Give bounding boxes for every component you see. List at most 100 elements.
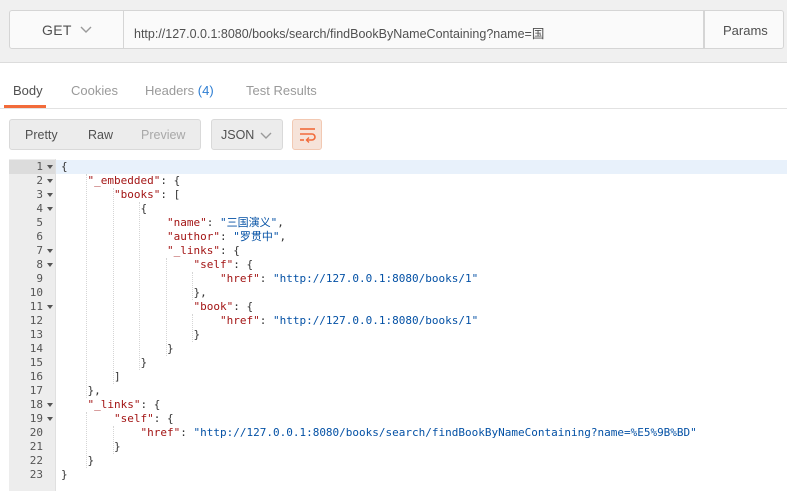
indent-guide (192, 314, 193, 342)
code-line: "_embedded": { (61, 174, 181, 188)
fold-arrow-icon[interactable] (46, 412, 54, 426)
code-punct: }, (87, 384, 101, 397)
json-string-value: "http://127.0.0.1:8080/books/search/find… (193, 426, 697, 439)
line-number: 21 (29, 440, 43, 453)
view-preview-button[interactable]: Preview (141, 128, 185, 142)
line-number: 22 (29, 454, 43, 467)
json-string-value: "http://127.0.0.1:8080/books/1" (272, 314, 479, 327)
indent-guide (165, 258, 167, 356)
json-key: "self" (193, 258, 234, 271)
code-punct: : { (219, 244, 240, 257)
code-punct: } (166, 342, 174, 355)
line-number: 20 (29, 426, 43, 439)
indent-guide (86, 412, 88, 468)
line-number: 15 (29, 356, 43, 369)
code-line: { (61, 202, 147, 216)
view-raw-button[interactable]: Raw (88, 128, 113, 142)
json-key: "href" (219, 314, 260, 327)
format-select[interactable]: JSON (211, 119, 283, 150)
tab-test-results[interactable]: Test Results (246, 83, 317, 98)
line-number: 4 (36, 202, 43, 215)
line-number: 13 (29, 328, 43, 341)
json-key: "books" (113, 188, 161, 201)
fold-arrow-icon[interactable] (46, 258, 54, 272)
method-select[interactable]: GET (9, 10, 124, 49)
indent-guide (112, 426, 114, 454)
code-line: "href": "http://127.0.0.1:8080/books/1" (61, 272, 478, 286)
json-key: "book" (193, 300, 234, 313)
code-line: "href": "http://127.0.0.1:8080/books/sea… (61, 426, 697, 440)
code-line: "href": "http://127.0.0.1:8080/books/1" (61, 314, 478, 328)
code-punct: : { (233, 300, 254, 313)
request-bar: GET http://127.0.0.1:8080/books/search/f… (0, 0, 787, 63)
response-body-editor[interactable]: 1{2 "_embedded": {3 "books": [4 {5 "name… (9, 159, 787, 491)
code-line: ] (61, 370, 121, 384)
code-punct: : [ (160, 188, 181, 201)
line-number: 11 (29, 300, 43, 313)
code-punct: : { (140, 398, 161, 411)
json-key: "href" (140, 426, 181, 439)
fold-arrow-icon[interactable] (46, 174, 54, 188)
fold-arrow-icon[interactable] (46, 160, 54, 174)
code-punct: { (140, 202, 148, 215)
indent-guide (192, 272, 193, 300)
wrap-lines-icon (300, 128, 316, 143)
line-number: 17 (29, 384, 43, 397)
code-line: } (61, 454, 95, 468)
code-line: } (61, 342, 174, 356)
response-tabs: Body Cookies Headers (4) Test Results (0, 72, 787, 109)
fold-arrow-icon[interactable] (46, 202, 54, 216)
json-key: "_links" (87, 398, 141, 411)
line-number: 23 (29, 468, 43, 481)
fold-arrow-icon[interactable] (46, 188, 54, 202)
code-punct: , (279, 230, 287, 243)
fold-arrow-icon[interactable] (46, 300, 54, 314)
format-label: JSON (221, 128, 255, 142)
json-key: "author" (166, 230, 220, 243)
chevron-down-icon (80, 26, 92, 33)
wrap-lines-button[interactable] (292, 119, 322, 150)
code-line: { (61, 160, 68, 174)
json-key: "self" (113, 412, 154, 425)
code-line: } (61, 440, 121, 454)
json-key: "_embedded" (87, 174, 161, 187)
active-line-highlight (9, 160, 787, 174)
indent-guide (139, 202, 141, 370)
view-pretty-button[interactable]: Pretty (25, 128, 58, 142)
line-number: 16 (29, 370, 43, 383)
params-label: Params (723, 23, 768, 38)
fold-arrow-icon[interactable] (46, 244, 54, 258)
tab-body[interactable]: Body (13, 83, 43, 98)
json-string-value: "http://127.0.0.1:8080/books/1" (272, 272, 479, 285)
line-number: 12 (29, 314, 43, 327)
code-punct: } (193, 328, 201, 341)
code-punct: : (259, 272, 273, 285)
code-punct: } (140, 356, 148, 369)
code-line: "name": "三国演义", (61, 216, 284, 230)
line-number: 7 (36, 244, 43, 257)
code-punct: } (113, 440, 121, 453)
view-mode-group: Pretty Raw Preview (9, 119, 201, 150)
code-line: }, (61, 384, 101, 398)
json-string-value: "罗贯中" (233, 230, 280, 243)
line-number: 8 (36, 258, 43, 271)
line-number: 19 (29, 412, 43, 425)
chevron-down-icon (260, 132, 272, 139)
code-line: "_links": { (61, 244, 240, 258)
code-line: "self": { (61, 258, 253, 272)
code-punct: : (206, 216, 220, 229)
url-input[interactable]: http://127.0.0.1:8080/books/search/findB… (124, 10, 704, 49)
json-key: "href" (219, 272, 260, 285)
line-number: 1 (36, 160, 43, 173)
json-key: "_links" (166, 244, 220, 257)
code-punct: : { (153, 412, 174, 425)
params-button[interactable]: Params (704, 10, 784, 49)
fold-arrow-icon[interactable] (46, 398, 54, 412)
code-punct: : (219, 230, 234, 243)
code-punct: : { (160, 174, 181, 187)
code-line: "_links": { (61, 398, 161, 412)
tab-headers[interactable]: Headers (4) (145, 83, 214, 98)
line-number: 3 (36, 188, 43, 201)
code-punct: : (259, 314, 273, 327)
tab-cookies[interactable]: Cookies (71, 83, 118, 98)
